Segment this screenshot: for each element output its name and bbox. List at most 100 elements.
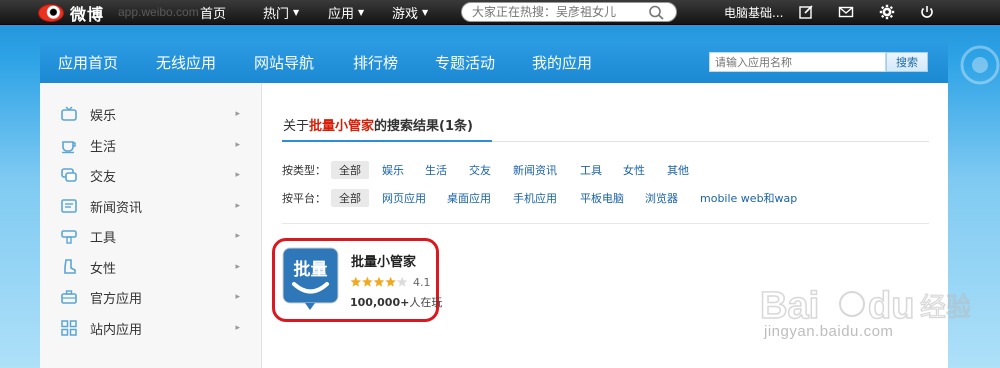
result-suffix: 的搜索结果 bbox=[374, 118, 440, 134]
caret-down-icon: ▼ bbox=[358, 8, 365, 17]
sidebar-item-news[interactable]: 新闻资讯 ▸ bbox=[60, 194, 250, 218]
type-filter-tools[interactable]: 工具 bbox=[580, 161, 602, 179]
app-search-input[interactable] bbox=[715, 55, 885, 69]
platform-filter-mobile[interactable]: 手机应用 bbox=[513, 189, 557, 207]
type-filter-all[interactable]: 全部 bbox=[331, 161, 369, 179]
chevron-right-icon: ▸ bbox=[235, 201, 240, 211]
briefcase-icon bbox=[60, 288, 78, 306]
svg-text:经验: 经验 bbox=[920, 293, 970, 323]
sidebar-item-label: 新闻资讯 bbox=[90, 200, 143, 216]
tv-icon bbox=[60, 105, 78, 123]
players-count: 100,000+人在玩 bbox=[350, 294, 442, 310]
type-filter-news[interactable]: 新闻资讯 bbox=[513, 161, 557, 179]
weibo-eye-icon bbox=[38, 4, 64, 22]
logo-text: 微博 bbox=[70, 5, 105, 24]
type-filter-label: 按类型： bbox=[282, 164, 326, 177]
grid-icon bbox=[60, 319, 78, 337]
gear-icon[interactable] bbox=[879, 4, 895, 20]
players-number: 100,000+ bbox=[350, 296, 410, 309]
type-filter-women[interactable]: 女性 bbox=[623, 161, 645, 179]
sidebar-item-life[interactable]: 生活 ▸ bbox=[60, 133, 250, 157]
app-search-box bbox=[709, 52, 886, 72]
rating-stars bbox=[350, 276, 408, 287]
sidebar-item-label: 交友 bbox=[90, 169, 117, 185]
chevron-right-icon: ▸ bbox=[235, 323, 240, 333]
app-icon[interactable]: 批量 bbox=[282, 247, 339, 311]
nav-item-my-apps[interactable]: 我的应用 bbox=[532, 42, 592, 83]
rating-value: 4.1 bbox=[413, 276, 431, 289]
decorative-bubble-icon bbox=[960, 45, 1000, 85]
chevron-right-icon: ▸ bbox=[235, 109, 240, 119]
platform-filter-web[interactable]: 网页应用 bbox=[382, 189, 426, 207]
sidebar-item-friends[interactable]: 交友 ▸ bbox=[60, 163, 250, 187]
weibo-logo[interactable]: 微博 bbox=[38, 2, 104, 24]
sidebar-item-in-site[interactable]: 站内应用 ▸ bbox=[60, 316, 250, 340]
star-icon bbox=[373, 276, 385, 287]
top-nav-home[interactable]: 首页 bbox=[200, 0, 226, 25]
app-icon-text: 批量 bbox=[294, 259, 328, 280]
nav-item-wireless-apps[interactable]: 无线应用 bbox=[156, 42, 216, 83]
top-bar: 微博 app.weibo.com 首页 热门 ▼ 应用 ▼ 游戏 ▼ 电脑基础.… bbox=[0, 0, 1000, 25]
type-filter-friends[interactable]: 交友 bbox=[469, 161, 491, 179]
power-icon[interactable] bbox=[919, 4, 935, 20]
top-nav-label: 应用 bbox=[328, 7, 355, 22]
sidebar-item-label: 站内应用 bbox=[90, 322, 143, 338]
nav-item-ranking[interactable]: 排行榜 bbox=[353, 42, 398, 83]
platform-filter-tablet[interactable]: 平板电脑 bbox=[580, 189, 624, 207]
chevron-right-icon: ▸ bbox=[235, 262, 240, 272]
star-icon bbox=[350, 276, 361, 287]
boot-icon bbox=[60, 258, 78, 276]
platform-filter-all[interactable]: 全部 bbox=[331, 189, 369, 207]
type-filter-entertainment[interactable]: 娱乐 bbox=[382, 161, 404, 179]
search-result-heading: 关于 批量小管家 的搜索结果 (1条) bbox=[283, 113, 473, 135]
caret-down-icon: ▼ bbox=[422, 8, 429, 17]
search-icon[interactable] bbox=[648, 5, 666, 20]
chevron-right-icon: ▸ bbox=[235, 140, 240, 150]
logo-subdomain: app.weibo.com bbox=[118, 5, 199, 19]
star-icon bbox=[362, 276, 373, 287]
top-nav-label: 首页 bbox=[200, 7, 227, 22]
nav-item-app-home[interactable]: 应用首页 bbox=[58, 42, 118, 83]
result-count: (1条) bbox=[439, 118, 473, 134]
top-nav-games[interactable]: 游戏 ▼ bbox=[392, 0, 428, 25]
edit-icon[interactable] bbox=[798, 4, 814, 20]
top-nav-label: 游戏 bbox=[392, 7, 419, 22]
sidebar-item-label: 生活 bbox=[90, 139, 117, 155]
mail-icon[interactable] bbox=[838, 4, 854, 20]
global-search-input[interactable] bbox=[472, 5, 642, 19]
type-filter-other[interactable]: 其他 bbox=[667, 161, 689, 179]
chevron-right-icon: ▸ bbox=[235, 170, 240, 180]
sidebar-item-women[interactable]: 女性 ▸ bbox=[60, 255, 250, 279]
sidebar-item-entertainment[interactable]: 娱乐 ▸ bbox=[60, 102, 250, 126]
sidebar-item-label: 官方应用 bbox=[90, 291, 143, 307]
heading-underline bbox=[282, 140, 492, 142]
sidebar-item-official[interactable]: 官方应用 ▸ bbox=[60, 285, 250, 309]
top-nav-label: 热门 bbox=[263, 7, 290, 22]
app-search-button[interactable]: 搜索 bbox=[886, 52, 928, 72]
sidebar-item-label: 娱乐 bbox=[90, 108, 117, 124]
app-name-link[interactable]: 批量小管家 bbox=[351, 251, 416, 270]
chat-icon bbox=[60, 166, 78, 184]
result-prefix: 关于 bbox=[283, 118, 310, 134]
platform-filter-desktop[interactable]: 桌面应用 bbox=[447, 189, 491, 207]
chevron-right-icon: ▸ bbox=[235, 292, 240, 302]
platform-filter-browser[interactable]: 浏览器 bbox=[645, 189, 678, 207]
result-keyword: 批量小管家 bbox=[309, 118, 375, 134]
top-nav-apps[interactable]: 应用 ▼ bbox=[328, 0, 364, 25]
svg-text:du: du bbox=[868, 285, 914, 327]
sidebar-item-label: 女性 bbox=[90, 261, 117, 277]
sidebar-item-tools[interactable]: 工具 ▸ bbox=[60, 224, 250, 248]
svg-text:Bai: Bai bbox=[760, 285, 819, 327]
type-filter-life[interactable]: 生活 bbox=[425, 161, 447, 179]
players-suffix: 人在玩 bbox=[409, 296, 443, 309]
sidebar-item-label: 工具 bbox=[90, 230, 117, 246]
top-nav-hot[interactable]: 热门 ▼ bbox=[263, 0, 299, 25]
user-name-link[interactable]: 电脑基础... bbox=[724, 0, 783, 25]
platform-filter-mobile-web[interactable]: mobile web和wap bbox=[700, 189, 797, 207]
caret-down-icon: ▼ bbox=[293, 8, 300, 17]
global-search bbox=[461, 2, 677, 22]
nav-item-site-nav[interactable]: 网站导航 bbox=[254, 42, 314, 83]
nav-item-special-events[interactable]: 专题活动 bbox=[435, 42, 495, 83]
star-icon bbox=[385, 276, 396, 287]
star-icon bbox=[397, 276, 408, 287]
